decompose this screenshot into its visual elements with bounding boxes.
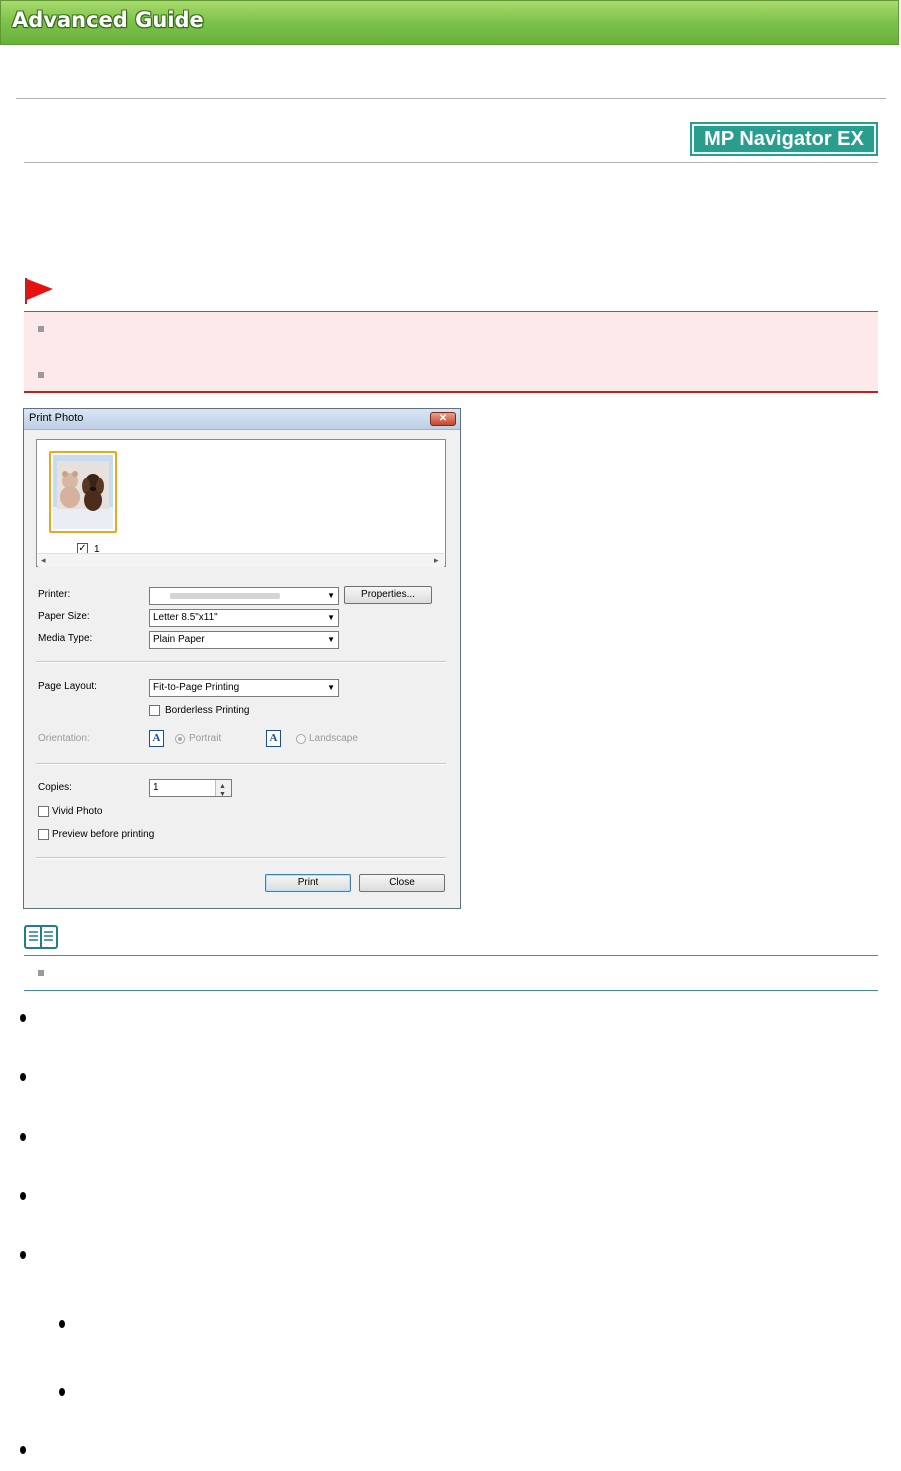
list-bullet bbox=[38, 326, 44, 332]
chevron-down-icon: ▼ bbox=[327, 613, 335, 622]
paper-size-label: Paper Size: bbox=[38, 611, 90, 622]
important-box bbox=[24, 311, 878, 393]
copies-label: Copies: bbox=[38, 782, 72, 793]
paper-size-value: Letter 8.5"x11" bbox=[153, 612, 218, 623]
app-badge-label: MP Navigator EX bbox=[694, 126, 874, 152]
dialog-title: Print Photo bbox=[29, 412, 84, 424]
media-type-select[interactable]: Plain Paper ▼ bbox=[149, 631, 339, 649]
properties-button[interactable]: Properties... bbox=[344, 586, 432, 604]
list-bullet bbox=[20, 1192, 26, 1200]
chevron-down-icon: ▼ bbox=[327, 635, 335, 644]
preview-before-printing-label: Preview before printing bbox=[52, 829, 155, 840]
divider bbox=[16, 98, 886, 99]
print-photo-dialog: Print Photo ✕ ✓ 1 ◂ ▸ Printer: ▼ Propert… bbox=[23, 408, 461, 909]
thumbnail-list[interactable]: ✓ 1 ◂ ▸ bbox=[36, 439, 446, 567]
media-type-value: Plain Paper bbox=[153, 634, 205, 645]
portrait-radio[interactable] bbox=[175, 734, 185, 744]
list-bullet bbox=[20, 1014, 26, 1022]
sub-list-bullet bbox=[59, 1388, 65, 1396]
chevron-down-icon: ▼ bbox=[327, 683, 335, 692]
separator bbox=[36, 661, 446, 663]
borderless-printing-label: Borderless Printing bbox=[165, 705, 250, 716]
chevron-down-icon: ▼ bbox=[327, 591, 335, 600]
preview-before-printing-checkbox[interactable] bbox=[38, 829, 49, 840]
list-bullet bbox=[20, 1073, 26, 1081]
stepper-buttons[interactable]: ▲ ▼ bbox=[215, 780, 231, 798]
vivid-photo-label: Vivid Photo bbox=[52, 806, 103, 817]
note-box bbox=[24, 955, 878, 991]
printer-select[interactable]: ▼ bbox=[149, 587, 339, 605]
printer-label: Printer: bbox=[38, 589, 71, 600]
page-header-title: Advanced Guide bbox=[12, 8, 204, 32]
close-icon[interactable]: ✕ bbox=[430, 412, 456, 426]
radio-selected-dot bbox=[178, 737, 182, 741]
list-bullet bbox=[20, 1446, 26, 1454]
media-type-label: Media Type: bbox=[38, 633, 93, 644]
separator bbox=[36, 763, 446, 765]
sub-list-bullet bbox=[59, 1320, 65, 1328]
photo-thumbnail[interactable] bbox=[49, 451, 117, 533]
print-button[interactable]: Print bbox=[265, 874, 351, 892]
app-badge: MP Navigator EX bbox=[690, 122, 878, 156]
landscape-icon: A bbox=[266, 730, 281, 747]
copies-value: 1 bbox=[153, 782, 159, 793]
copies-stepper[interactable]: 1 ▲ ▼ bbox=[149, 779, 232, 798]
teddy-bear-dog-photo bbox=[53, 455, 113, 529]
orientation-label: Orientation: bbox=[38, 733, 90, 744]
scroll-right-icon[interactable]: ▸ bbox=[434, 555, 439, 566]
photo-image bbox=[53, 455, 113, 529]
borderless-printing-checkbox[interactable] bbox=[149, 705, 160, 716]
note-book-icon bbox=[24, 925, 58, 949]
paper-size-select[interactable]: Letter 8.5"x11" ▼ bbox=[149, 609, 339, 627]
printer-name-blurred bbox=[170, 593, 280, 599]
vivid-photo-checkbox[interactable] bbox=[38, 806, 49, 817]
portrait-label: Portrait bbox=[189, 733, 222, 744]
page-layout-value: Fit-to-Page Printing bbox=[153, 682, 240, 693]
list-bullet bbox=[38, 372, 44, 378]
landscape-radio[interactable] bbox=[296, 734, 306, 744]
list-bullet bbox=[20, 1133, 26, 1141]
list-bullet bbox=[20, 1251, 26, 1259]
separator bbox=[36, 857, 446, 859]
chevron-down-icon[interactable]: ▼ bbox=[219, 787, 226, 803]
important-flag-icon bbox=[25, 278, 53, 304]
dialog-titlebar bbox=[24, 409, 460, 430]
divider bbox=[24, 162, 878, 163]
list-bullet bbox=[38, 970, 44, 976]
page-layout-label: Page Layout: bbox=[38, 681, 97, 692]
horizontal-scrollbar[interactable]: ◂ ▸ bbox=[38, 553, 444, 567]
portrait-icon: A bbox=[149, 730, 164, 747]
scroll-left-icon[interactable]: ◂ bbox=[41, 555, 46, 566]
landscape-label: Landscape bbox=[309, 733, 358, 744]
page-layout-select[interactable]: Fit-to-Page Printing ▼ bbox=[149, 679, 339, 697]
close-button[interactable]: Close bbox=[359, 874, 445, 892]
